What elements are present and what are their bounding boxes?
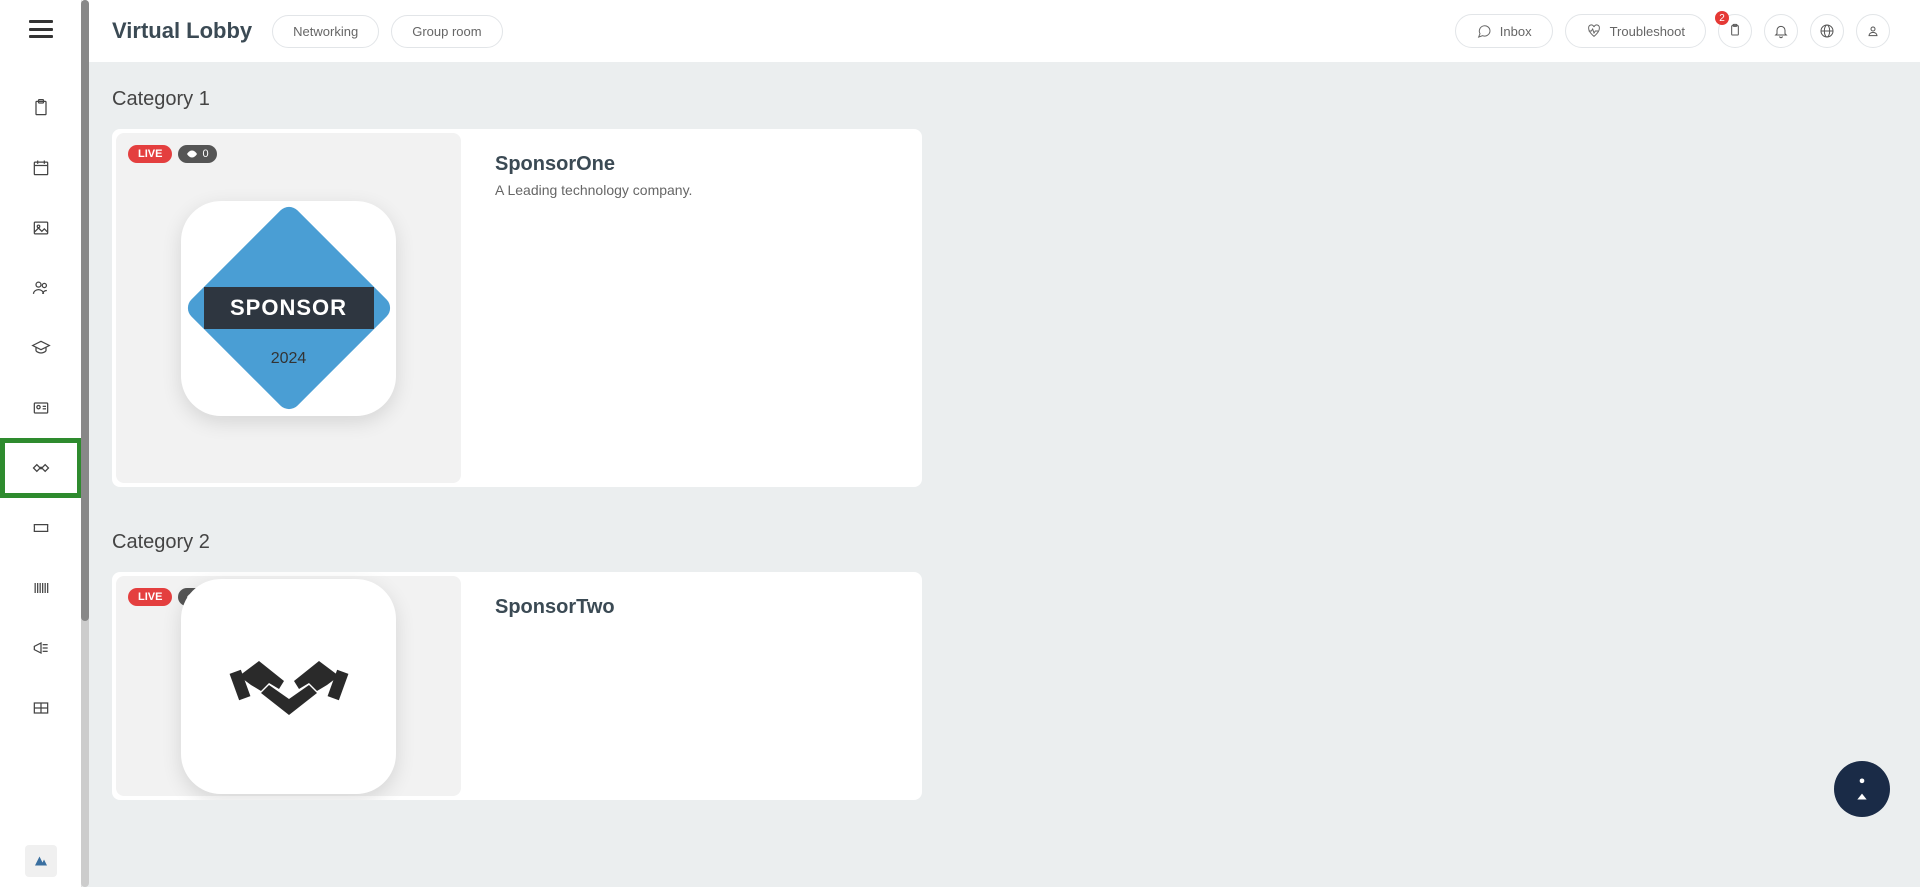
- barcode-icon: [31, 578, 51, 598]
- sidebar-item-tickets[interactable]: [0, 498, 82, 558]
- group-room-label: Group room: [412, 24, 481, 39]
- sponsor-media: LIVE 0 ★ ★ ★ SPONSOR 2024: [116, 133, 461, 483]
- handshake-large-icon: [229, 641, 349, 731]
- sponsor-band-text: SPONSOR: [204, 287, 374, 329]
- people-icon: [31, 278, 51, 298]
- clipboard-badge: 2: [1715, 11, 1729, 25]
- notifications-button[interactable]: [1764, 14, 1798, 48]
- handshake-icon: [31, 458, 51, 478]
- page-title: Virtual Lobby: [112, 18, 252, 44]
- view-count: 0: [202, 148, 208, 160]
- category-title: Category 1: [112, 88, 1890, 111]
- sponsor-media: LIVE 0: [116, 576, 461, 796]
- calendar-icon: [31, 158, 51, 178]
- sponsor-card-body: SponsorTwo: [465, 572, 922, 800]
- troubleshoot-label: Troubleshoot: [1610, 24, 1685, 39]
- inbox-button[interactable]: Inbox: [1455, 14, 1553, 48]
- sponsor-name: SponsorTwo: [495, 596, 892, 619]
- category-title: Category 2: [112, 531, 1890, 554]
- heartbeat-icon: [1586, 23, 1602, 39]
- id-card-icon: [31, 398, 51, 418]
- troubleshoot-button[interactable]: Troubleshoot: [1565, 14, 1706, 48]
- globe-icon: [1819, 23, 1835, 39]
- clipboard-icon: [31, 98, 51, 118]
- graduation-cap-icon: [31, 338, 51, 358]
- brand-chip[interactable]: [25, 845, 57, 877]
- sidebar-item-sponsors[interactable]: [0, 438, 82, 498]
- sponsor-name: SponsorOne: [495, 153, 892, 176]
- clipboard-button[interactable]: 2: [1718, 14, 1752, 48]
- sponsor-logo: [181, 579, 396, 794]
- brand-icon: [32, 852, 50, 870]
- networking-label: Networking: [293, 24, 358, 39]
- user-icon: [1865, 23, 1881, 39]
- bell-icon: [1773, 23, 1789, 39]
- sidebar-item-table[interactable]: [0, 678, 82, 738]
- sidebar-item-barcode[interactable]: [0, 558, 82, 618]
- main-area: Virtual Lobby Networking Group room Inbo…: [82, 0, 1920, 887]
- networking-button[interactable]: Networking: [272, 15, 379, 48]
- sidebar-item-clipboard[interactable]: [0, 78, 82, 138]
- sidebar-item-announcement[interactable]: [0, 618, 82, 678]
- menu-toggle-button[interactable]: [29, 20, 53, 38]
- table-icon: [31, 698, 51, 718]
- chat-icon: [1476, 23, 1492, 39]
- live-badge: LIVE: [128, 588, 172, 606]
- sidebar-scrollbar-thumb[interactable]: [81, 0, 89, 621]
- language-button[interactable]: [1810, 14, 1844, 48]
- profile-button[interactable]: [1856, 14, 1890, 48]
- inbox-label: Inbox: [1500, 24, 1532, 39]
- content-area: Category 1 LIVE 0 ★ ★ ★ SPONSOR: [82, 62, 1920, 887]
- view-count-badge: 0: [178, 145, 216, 163]
- sponsor-logo: ★ ★ ★ SPONSOR 2024: [181, 201, 396, 416]
- sidebar-item-people[interactable]: [0, 258, 82, 318]
- megaphone-icon: [31, 638, 51, 658]
- group-room-button[interactable]: Group room: [391, 15, 502, 48]
- ticket-icon: [31, 518, 51, 538]
- live-badge: LIVE: [128, 145, 172, 163]
- accessibility-button[interactable]: [1834, 761, 1890, 817]
- sponsor-card[interactable]: LIVE 0 ★ ★ ★ SPONSOR 2024: [112, 129, 922, 487]
- sponsor-description: A Leading technology company.: [495, 182, 892, 198]
- sponsor-year: 2024: [271, 350, 307, 368]
- sidebar-item-badge[interactable]: [0, 378, 82, 438]
- sidebar-item-calendar[interactable]: [0, 138, 82, 198]
- sidebar-item-education[interactable]: [0, 318, 82, 378]
- clipboard-small-icon: [1727, 23, 1743, 39]
- sidebar: [0, 0, 82, 887]
- image-icon: [31, 218, 51, 238]
- sidebar-item-gallery[interactable]: [0, 198, 82, 258]
- sponsor-card-body: SponsorOne A Leading technology company.: [465, 129, 922, 487]
- accessibility-icon: [1848, 775, 1876, 803]
- topbar: Virtual Lobby Networking Group room Inbo…: [82, 0, 1920, 62]
- sponsor-card[interactable]: LIVE 0 SponsorTwo: [112, 572, 922, 800]
- eye-icon: [186, 148, 198, 160]
- sidebar-scrollbar[interactable]: [81, 0, 89, 887]
